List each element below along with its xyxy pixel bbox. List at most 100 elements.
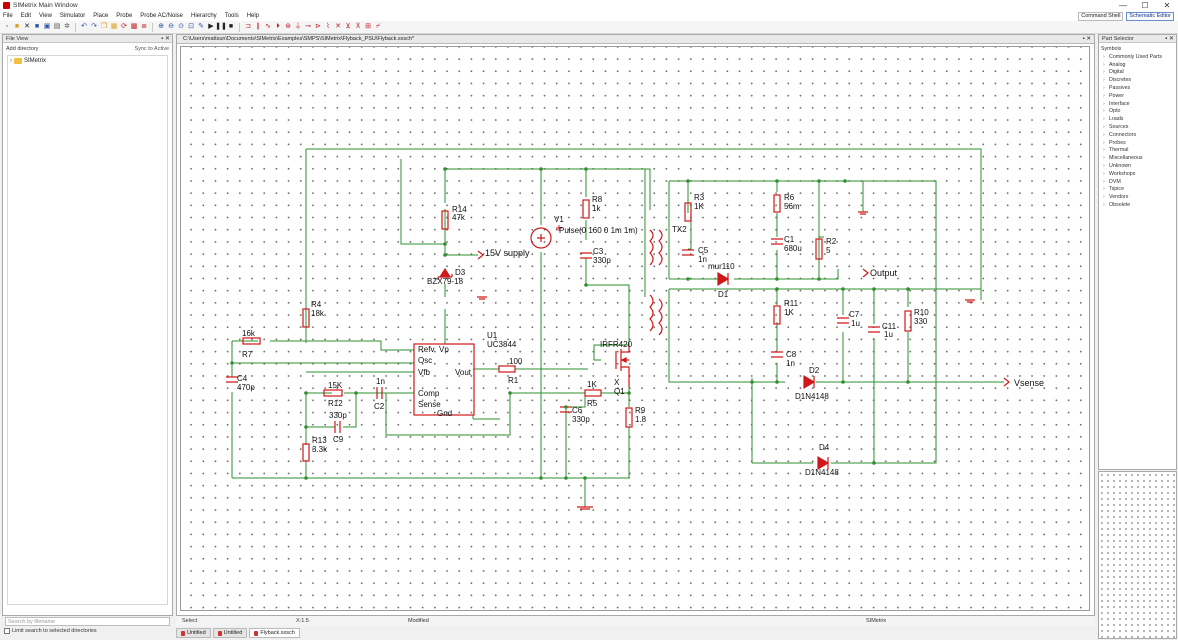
terminal-output[interactable]	[862, 268, 869, 278]
resistor-r10[interactable]	[904, 310, 912, 332]
part-category[interactable]: Unknown	[1101, 163, 1174, 171]
resistor-r11[interactable]	[773, 305, 781, 325]
part-category[interactable]: Interface	[1101, 101, 1174, 109]
new-icon[interactable]: ▫	[3, 23, 11, 31]
add-directory-link[interactable]: Add directory	[6, 46, 38, 52]
cut-icon[interactable]: ✕	[23, 23, 31, 31]
pencil-icon[interactable]: ✎	[197, 23, 205, 31]
pause-icon[interactable]: ❚❚	[215, 23, 227, 31]
source-icon[interactable]: ⊛	[284, 23, 292, 31]
part-category[interactable]: Obsolete	[1101, 202, 1174, 210]
limit-search-option[interactable]: Limit search to selected directories	[4, 628, 97, 634]
maximize-button[interactable]: ☐	[1134, 0, 1156, 11]
print-icon[interactable]: ▤	[53, 23, 61, 31]
schematic-drawing[interactable]: R14 47k V1 Pulse(0 160 0 1m 1m) R8 1k C3…	[181, 47, 1091, 612]
close-button[interactable]: ✕	[1156, 0, 1178, 11]
resistor-r1[interactable]	[498, 365, 516, 373]
capacitor-c7[interactable]	[837, 317, 849, 324]
capacitor-c1[interactable]	[771, 238, 783, 245]
menu-file[interactable]: File	[3, 13, 13, 19]
resistor-r8[interactable]	[582, 199, 590, 219]
menu-hierarchy[interactable]: Hierarchy	[191, 13, 217, 19]
part-category[interactable]: DVM	[1101, 179, 1174, 187]
abort-icon[interactable]: ■	[227, 23, 235, 31]
zoom-full-icon[interactable]: ⊙	[177, 23, 185, 31]
command-shell-tab[interactable]: Command Shell	[1078, 11, 1124, 21]
capacitor-c5[interactable]	[682, 249, 694, 256]
part-category[interactable]: Thermal	[1101, 147, 1174, 155]
capacitor-c11[interactable]	[868, 326, 880, 333]
resistor-r5[interactable]	[584, 389, 602, 397]
transformer-tx2[interactable]	[649, 229, 654, 266]
menu-place[interactable]: Place	[93, 13, 108, 19]
doc-tab-active[interactable]: Flyback.sxsch	[249, 628, 300, 638]
terminal-vsense[interactable]	[1003, 377, 1010, 387]
terminal-icon[interactable]: ⊳	[314, 23, 322, 31]
terminal-15v[interactable]	[477, 250, 484, 260]
part-category[interactable]: Commonly Used Parts	[1101, 54, 1174, 62]
panel-close-icon[interactable]: ▪ ✕	[161, 35, 170, 43]
text-icon[interactable]: ⌿	[374, 23, 382, 31]
edit-icon[interactable]: ⊼	[354, 23, 362, 31]
capacitor-c8[interactable]	[771, 351, 783, 358]
part-category[interactable]: Loads	[1101, 116, 1174, 124]
resistor-r9[interactable]	[625, 407, 633, 428]
part-category[interactable]: Tspice	[1101, 186, 1174, 194]
rotate-icon[interactable]: ⟳	[120, 23, 128, 31]
tools-icon[interactable]: ⊞	[364, 23, 372, 31]
part-category[interactable]: Miscellaneous	[1101, 155, 1174, 163]
part-category[interactable]: Opto	[1101, 108, 1174, 116]
zoom-out-icon[interactable]: ⊖	[167, 23, 175, 31]
menu-probe-ac-noise[interactable]: Probe AC/Noise	[140, 13, 183, 19]
part-category[interactable]: Vendors	[1101, 194, 1174, 202]
panel-close-icon[interactable]: ▪ ✕	[1165, 35, 1174, 43]
limit-search-checkbox[interactable]	[4, 628, 10, 634]
paste-icon[interactable]: ▦	[110, 23, 118, 31]
menu-probe[interactable]: Probe	[116, 13, 132, 19]
menu-simulator[interactable]: Simulator	[60, 13, 85, 19]
menu-view[interactable]: View	[39, 13, 52, 19]
capacitor-c9[interactable]	[334, 421, 341, 433]
schematic-canvas[interactable]: R14 47k V1 Pulse(0 160 0 1m 1m) R8 1k C3…	[180, 46, 1090, 611]
resistor-r6[interactable]	[773, 194, 781, 213]
save-all-icon[interactable]: ▣	[43, 23, 51, 31]
probe-icon[interactable]: ⊸	[304, 23, 312, 31]
cross-probe-icon[interactable]: ✕	[334, 23, 342, 31]
inductor-icon[interactable]: ∿	[264, 23, 272, 31]
copy-icon[interactable]: ❐	[100, 23, 108, 31]
undo-icon[interactable]: ↶	[80, 23, 88, 31]
doc-tab[interactable]: Untitled	[212, 628, 248, 638]
part-category[interactable]: Analog	[1101, 62, 1174, 70]
part-category[interactable]: Sources	[1101, 124, 1174, 132]
part-preview[interactable]	[1098, 471, 1177, 639]
part-category[interactable]: Digital	[1101, 69, 1174, 77]
ground-icon[interactable]: ⏚	[294, 23, 302, 31]
menu-edit[interactable]: Edit	[21, 13, 31, 19]
doc-tab[interactable]: Untitled	[176, 628, 211, 638]
diode-icon[interactable]: ⏵	[274, 23, 282, 31]
capacitor-c3[interactable]	[580, 252, 592, 259]
resistor-icon[interactable]: ⊐	[244, 23, 252, 31]
wire-icon[interactable]: ⌇	[324, 23, 332, 31]
part-category[interactable]: Workshops	[1101, 171, 1174, 179]
directory-tree[interactable]: › SIMetrix	[7, 55, 168, 605]
part-category[interactable]: Power	[1101, 93, 1174, 101]
redo-icon[interactable]: ↷	[90, 23, 98, 31]
part-category[interactable]: Discretes	[1101, 77, 1174, 85]
settings-icon[interactable]: ✲	[63, 23, 71, 31]
run-icon[interactable]: ▶	[207, 23, 215, 31]
diode-d1[interactable]	[717, 271, 730, 287]
part-category[interactable]: Probes	[1101, 140, 1174, 148]
schematic-editor-tab[interactable]: Schematic Editor	[1126, 11, 1174, 21]
sync-to-active-link[interactable]: Sync to Active	[134, 44, 169, 54]
part-category[interactable]: Connectors	[1101, 132, 1174, 140]
net-icon[interactable]: ≣	[140, 23, 148, 31]
zoom-in-icon[interactable]: ⊕	[157, 23, 165, 31]
menu-tools[interactable]: Tools	[225, 13, 239, 19]
check-icon[interactable]: ⊻	[344, 23, 352, 31]
chevron-right-icon[interactable]: ›	[10, 58, 12, 64]
resistor-r13[interactable]	[302, 443, 310, 462]
open-icon[interactable]: ■	[13, 23, 21, 31]
menu-help[interactable]: Help	[247, 13, 259, 19]
file-search-input[interactable]: Search by filename	[5, 617, 170, 626]
